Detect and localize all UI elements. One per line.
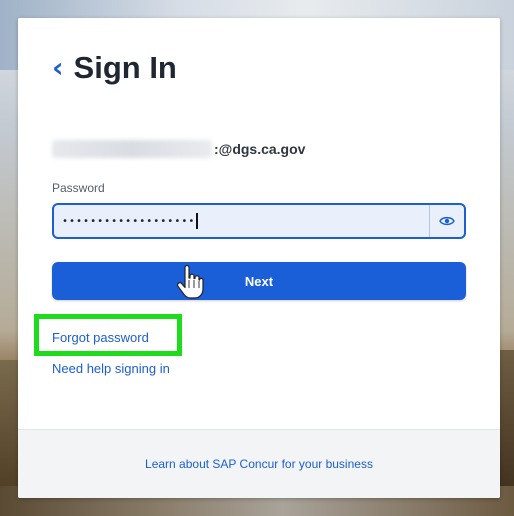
sign-in-header: ‹ Sign In xyxy=(52,50,177,86)
password-input[interactable]: ••••••••••••••••••• xyxy=(54,205,429,237)
email-redacted-portion xyxy=(52,140,212,158)
next-button[interactable]: Next xyxy=(52,262,466,300)
password-label: Password xyxy=(52,181,105,195)
page-title: Sign In xyxy=(73,50,177,85)
show-password-toggle[interactable] xyxy=(429,205,464,237)
account-email: :@dgs.ca.gov xyxy=(52,140,305,158)
text-cursor xyxy=(196,213,198,229)
password-masked-value: ••••••••••••••••••• xyxy=(62,215,196,227)
password-field[interactable]: ••••••••••••••••••• xyxy=(52,203,466,239)
email-domain: :@dgs.ca.gov xyxy=(214,141,306,157)
hand-pointer-cursor-icon xyxy=(176,265,204,299)
back-chevron-icon[interactable]: ‹ xyxy=(52,54,64,82)
need-help-signing-in-link[interactable]: Need help signing in xyxy=(52,361,170,376)
sign-in-card: ‹ Sign In :@dgs.ca.gov Password ••••••••… xyxy=(18,18,500,498)
forgot-password-link[interactable]: Forgot password xyxy=(52,330,149,345)
eye-icon xyxy=(439,216,455,226)
card-footer: Learn about SAP Concur for your business xyxy=(18,429,500,498)
learn-about-concur-link[interactable]: Learn about SAP Concur for your business xyxy=(145,457,373,471)
